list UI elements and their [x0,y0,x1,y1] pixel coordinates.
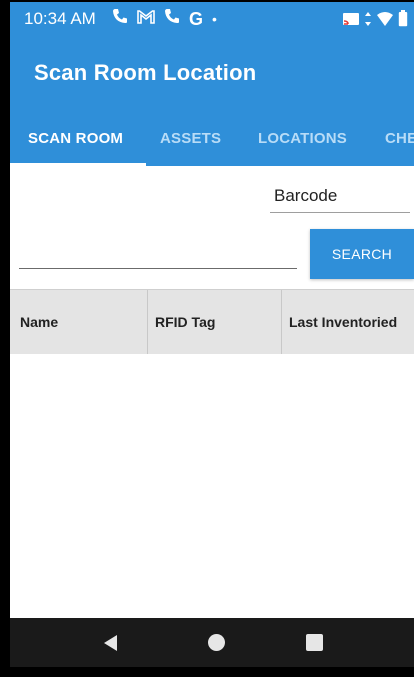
device-bezel-bottom [0,667,414,677]
scan-mode-select[interactable]: Barcode [270,186,410,213]
recents-icon[interactable] [306,634,323,651]
status-bar: 10:34 AM G • [10,2,414,36]
column-divider [281,290,282,354]
tab-checkout[interactable]: CHE [385,130,414,147]
dot-icon: • [212,10,217,27]
phone-icon [164,8,180,29]
page-title: Scan Room Location [34,60,257,85]
tab-scan-room[interactable]: SCAN ROOM [28,130,123,147]
app-bar: Scan Room Location [10,36,414,112]
column-header-rfid-tag[interactable]: RFID Tag [155,290,215,354]
tab-bar: SCAN ROOM ASSETS LOCATIONS CHE [10,112,414,166]
search-input[interactable] [19,240,297,269]
table-body [10,354,414,618]
data-arrows-icon [364,11,372,32]
device-bezel-left [0,0,10,677]
gmail-icon [137,9,155,29]
navigation-bar [10,618,414,667]
scan-mode-value: Barcode [274,186,338,205]
device-screen: 10:34 AM G • Scan Room Location SCAN ROO… [0,0,414,677]
search-button[interactable]: SEARCH [310,229,414,279]
battery-icon [398,10,408,32]
column-header-name[interactable]: Name [20,290,58,354]
tab-indicator [10,163,146,166]
table-header: Name RFID Tag Last Inventoried [10,289,414,355]
home-icon[interactable] [208,634,225,651]
tab-assets[interactable]: ASSETS [160,130,221,147]
google-icon: G [189,8,204,29]
notification-icons: G • [112,8,217,29]
phone-icon [112,8,128,29]
tab-locations[interactable]: LOCATIONS [258,130,347,147]
system-status-icons [342,10,408,32]
status-time: 10:34 AM [24,9,96,28]
column-header-last-inventoried[interactable]: Last Inventoried [289,290,397,354]
back-icon[interactable] [104,635,117,651]
wifi-icon [376,11,394,32]
cast-icon [342,11,360,32]
column-divider [147,290,148,354]
